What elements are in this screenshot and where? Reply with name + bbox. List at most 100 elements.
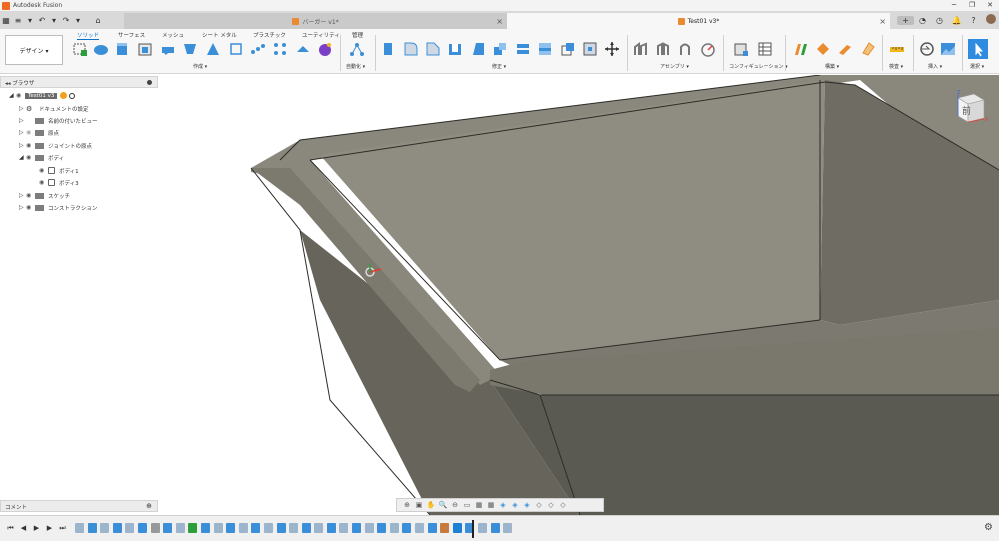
tree-item-body1[interactable]: ◉ ボディ1 [39,165,79,176]
timeline-feature-extrude[interactable] [137,523,147,533]
pan-icon[interactable]: ✋ [425,501,437,509]
group-configure-label[interactable]: コンフィギュレーション ▾ [729,63,788,70]
tab-solid[interactable]: ソリッド [77,31,100,40]
timeline-feature-sketch[interactable] [364,523,374,533]
undo-chevron-icon[interactable]: ▾ [48,16,60,25]
tab-utilities[interactable]: ユーティリティ [302,31,340,39]
tree-item-bodies[interactable]: ◢ ◉ ボディ [19,152,64,163]
group-create-label[interactable]: 作成 ▾ [193,63,207,70]
doc-tab-burger[interactable]: バーガー v1* × [124,13,507,29]
combine-icon[interactable] [515,41,531,57]
visibility-eye-icon[interactable]: ◉ [39,167,48,174]
plane-at-angle-icon[interactable] [815,41,831,57]
viewcube-front-label[interactable]: 前 [962,105,971,117]
timeline-feature-extrude[interactable] [326,523,336,533]
extrude-icon[interactable] [114,41,130,57]
revolve-icon[interactable] [160,41,176,57]
visibility-eye-icon[interactable]: ◉ [16,92,25,99]
move-copy-icon[interactable] [604,41,620,57]
close-window-button[interactable]: ✕ [981,0,999,11]
display-settings-icon[interactable]: ▭ [461,501,473,509]
rib-icon[interactable] [228,41,244,57]
configuration-table-icon[interactable] [757,41,773,57]
go-to-start-icon[interactable]: ⏮ [4,524,17,533]
sweep-icon[interactable] [182,41,198,57]
add-comment-icon[interactable]: ⊕ [146,502,152,510]
timeline-feature-sketch[interactable] [389,523,399,533]
create-form-icon[interactable] [93,41,109,57]
timeline-feature-sketch[interactable] [289,523,299,533]
measure-icon[interactable] [889,41,905,57]
replace-face-icon[interactable] [560,41,576,57]
group-modify-label[interactable]: 修正 ▾ [492,63,506,70]
timeline-feature-sketch[interactable] [339,523,349,533]
timeline-feature-shell[interactable] [150,523,160,533]
go-to-end-icon[interactable]: ⏭ [56,524,69,533]
group-insert-label[interactable]: 挿入 ▾ [928,63,942,70]
timeline-feature-plane[interactable] [188,523,198,533]
offset-face-icon[interactable] [537,41,553,57]
tab-sheet-metal[interactable]: シート メタル [202,31,237,39]
tab-mesh[interactable]: メッシュ [162,31,184,39]
visibility-eye-icon[interactable]: ◉ [26,142,35,149]
object-visibility-icon[interactable]: ◈ [521,501,533,509]
expand-triangle-icon[interactable]: ▷ [19,129,26,136]
timeline-feature-extrude[interactable] [226,523,236,533]
scale-icon[interactable] [492,41,508,57]
timeline-feature-sketch[interactable] [263,523,273,533]
offset-plane-icon[interactable] [793,41,809,57]
timeline-feature-sketch[interactable] [503,523,513,533]
tree-item-body3[interactable]: ◉ ボディ3 [39,177,79,188]
tree-item-origin[interactable]: ▷ ◉ 原点 [19,127,59,138]
zoom-icon[interactable]: 🔍 [437,501,449,509]
expand-triangle-icon[interactable]: ▷ [19,117,26,124]
visibility-eye-icon[interactable]: ◉ [26,154,35,161]
visual-style-icon[interactable]: ◈ [509,501,521,509]
midplane-icon[interactable] [837,41,853,57]
group-inspect-label[interactable]: 検査 ▾ [889,63,903,70]
file-menu-chevron-icon[interactable]: ▾ [24,16,36,25]
create-base-feature-icon[interactable] [317,41,333,57]
tree-item-named-views[interactable]: ▷ 名前の付いたビュー [19,115,98,126]
step-forward-icon[interactable]: ▶ [43,524,56,533]
as-built-joint-icon[interactable] [677,41,693,57]
timeline-feature-extrude[interactable] [402,523,412,533]
insert-derive-icon[interactable] [919,41,935,57]
timeline-feature-extrude[interactable] [490,523,500,533]
close-tab-icon[interactable]: × [496,17,503,26]
zoom-window-icon[interactable]: ⊖ [449,501,461,509]
configure-icon[interactable] [733,41,749,57]
automate-icon[interactable] [349,41,365,57]
rectangular-pattern-icon[interactable] [272,41,288,57]
visibility-eye-icon[interactable]: ◉ [26,192,35,199]
timeline-feature-extrude[interactable] [377,523,387,533]
viewcube[interactable]: 前 Z X [948,86,990,128]
doc-tab-test01[interactable]: Test01 v3* × [507,13,890,29]
visibility-eye-icon[interactable]: ◉ [26,204,35,211]
timeline-marker[interactable] [472,520,474,538]
camera-icon[interactable]: ◇ [545,501,557,509]
timeline-feature-extrude[interactable] [301,523,311,533]
group-construct-label[interactable]: 構築 ▾ [825,63,839,70]
browser-pin-icon[interactable] [147,80,152,85]
axis-through-icon[interactable] [860,41,876,57]
group-automate-label[interactable]: 自動化 ▾ [346,63,365,70]
data-panel-icon[interactable]: ▦ [0,16,12,25]
maximize-button[interactable]: ❐ [963,0,981,11]
extensions-icon[interactable]: ◔ [914,16,931,25]
viewports-icon[interactable]: ▦ [485,501,497,509]
user-avatar[interactable] [982,14,999,26]
loft-icon[interactable] [205,41,221,57]
timeline-feature-sketch[interactable] [175,523,185,533]
home-icon[interactable]: ⌂ [92,16,104,25]
timeline-feature-extrude[interactable] [163,523,173,533]
press-pull-icon[interactable] [381,41,397,57]
activate-target-icon[interactable] [69,92,76,99]
close-tab-icon[interactable]: × [879,17,886,26]
timeline-feature-extrude[interactable] [352,523,362,533]
effects-icon[interactable]: ◇ [533,501,545,509]
tree-item-document-settings[interactable]: ▷ ⚙ ドキュメントの設定 [19,103,89,114]
mirror-icon[interactable] [295,41,311,57]
collapse-triangle-icon[interactable]: ◢ [9,92,16,99]
draft-icon[interactable] [470,41,486,57]
